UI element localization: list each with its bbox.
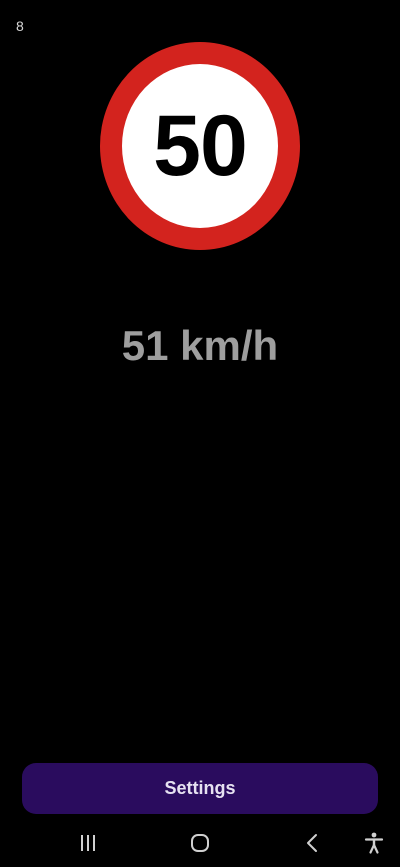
app-screen: 8 50 51 km/h Settings [0,0,400,867]
navigation-bar [0,818,400,867]
settings-button[interactable]: Settings [22,763,378,814]
home-button[interactable] [180,823,220,863]
recent-apps-button[interactable] [68,823,108,863]
back-icon [307,833,317,852]
accessibility-icon [364,832,384,854]
accessibility-button[interactable] [354,823,394,863]
back-button[interactable] [292,823,332,863]
current-speed: 51 km/h [121,322,279,369]
settings-button-label: Settings [164,778,236,798]
home-icon [191,833,209,852]
speed-limit-sign: 50 [100,42,300,250]
recent-apps-icon [81,834,95,851]
status-bar-text: 8 [16,18,24,34]
speed-limit-value: 50 [153,98,248,194]
